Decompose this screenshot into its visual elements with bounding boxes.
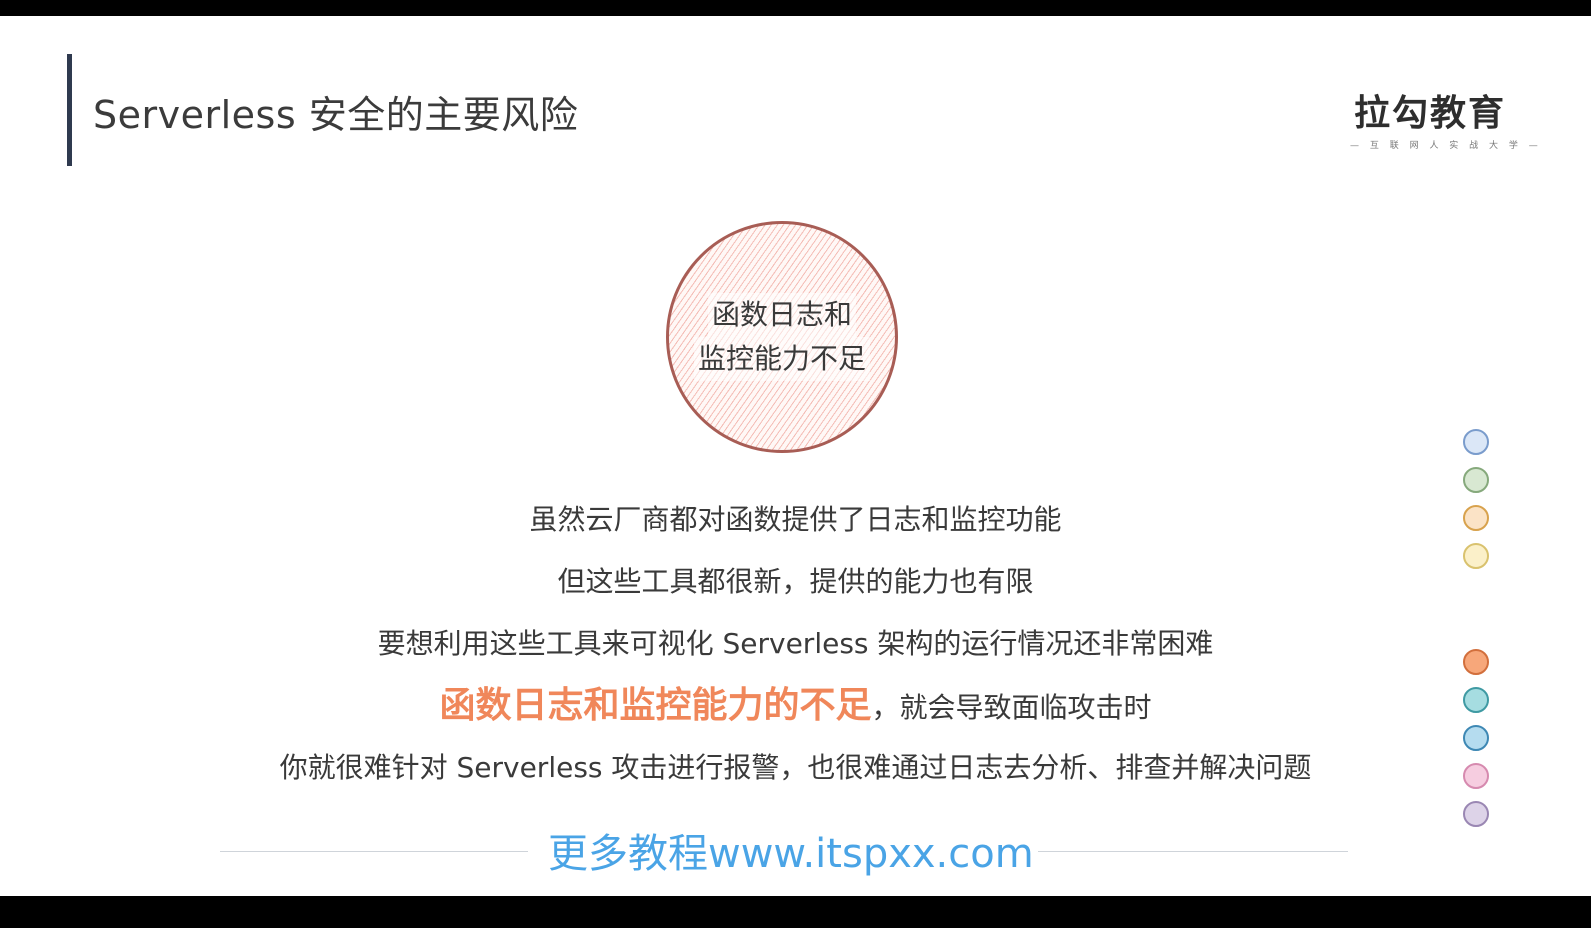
body-line-5: 你就很难针对 Serverless 攻击进行报警，也很难通过日志去分析、排查并解… bbox=[279, 751, 1312, 784]
footer-link[interactable]: 更多教程www.itspxx.com bbox=[548, 821, 1034, 879]
footer-rule-right bbox=[1038, 851, 1348, 852]
body-line-4: 函数日志和监控能力的不足，就会导致面临攻击时 bbox=[0, 676, 1591, 728]
topic-circle-line-2: 监控能力不足 bbox=[693, 337, 870, 381]
footer-rule-left bbox=[220, 851, 528, 852]
topic-circle: 函数日志和 监控能力不足 bbox=[666, 221, 898, 453]
nav-dot-5[interactable] bbox=[1463, 649, 1489, 675]
topic-circle-line-1: 函数日志和 bbox=[707, 293, 856, 337]
body-line-3: 要想利用这些工具来可视化 Serverless 架构的运行情况还非常困难 bbox=[377, 627, 1214, 660]
highlight-text: 函数日志和监控能力的不足 bbox=[439, 685, 872, 726]
nav-dot-8[interactable] bbox=[1463, 763, 1489, 789]
body-line-1: 虽然云厂商都对函数提供了日志和监控功能 bbox=[529, 503, 1062, 536]
body-line-2: 但这些工具都很新，提供的能力也有限 bbox=[557, 565, 1034, 598]
nav-dot-6[interactable] bbox=[1463, 687, 1489, 713]
nav-dot-1[interactable] bbox=[1463, 429, 1489, 455]
nav-dot-7[interactable] bbox=[1463, 725, 1489, 751]
brand-logo-tagline: — 互 联 网 人 实 战 大 学 — bbox=[1350, 141, 1542, 151]
nav-dot-4[interactable] bbox=[1463, 543, 1489, 569]
brand-logo-name: 拉勾教育 bbox=[1353, 93, 1506, 134]
body-line-4-rest: ，就会导致面临攻击时 bbox=[871, 691, 1152, 724]
nav-dot-9[interactable] bbox=[1463, 801, 1489, 827]
slide: Serverless 安全的主要风险 拉勾教育 — 互 联 网 人 实 战 大 … bbox=[0, 16, 1591, 896]
nav-dot-3[interactable] bbox=[1463, 505, 1489, 531]
page-title: Serverless 安全的主要风险 bbox=[93, 93, 579, 137]
nav-dot-2[interactable] bbox=[1463, 467, 1489, 493]
brand-logo: 拉勾教育 — 互 联 网 人 实 战 大 学 — bbox=[1350, 84, 1542, 151]
title-accent-bar bbox=[67, 54, 72, 166]
footer: 更多教程www.itspxx.com bbox=[220, 821, 1348, 877]
